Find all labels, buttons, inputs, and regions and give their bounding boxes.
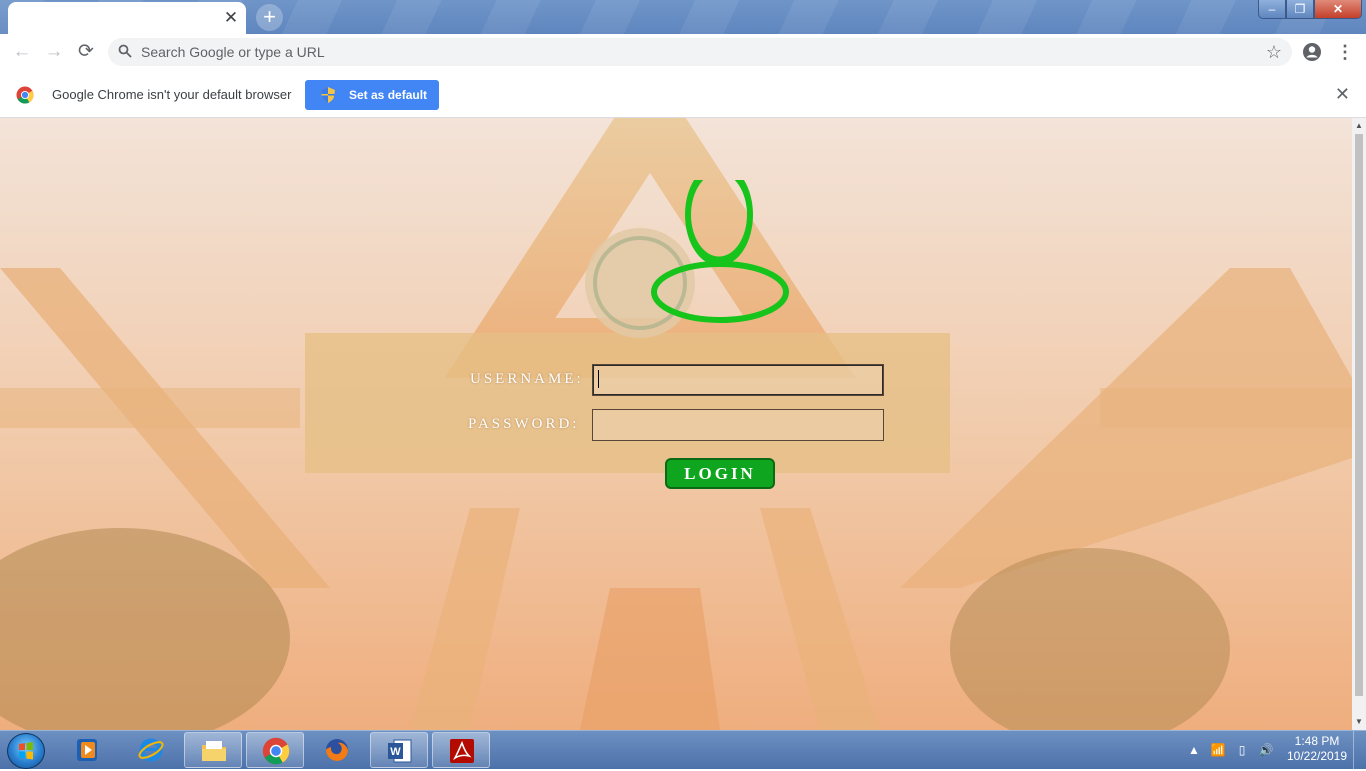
password-input[interactable]	[592, 409, 884, 441]
page-scrollbar[interactable]: ▲ ▼	[1352, 118, 1366, 730]
close-window-button[interactable]: ✕	[1314, 0, 1362, 19]
taskbar-item-file-explorer[interactable]	[184, 732, 242, 768]
back-button[interactable]: ←	[10, 40, 34, 64]
set-as-default-label: Set as default	[349, 88, 428, 102]
taskbar-item-acrobat[interactable]	[432, 732, 490, 768]
password-label: PASSWORD:	[468, 416, 580, 432]
firefox-icon	[326, 739, 348, 761]
reload-button[interactable]: ⟳	[74, 40, 98, 64]
taskbar-item-chrome[interactable]	[246, 732, 304, 768]
internet-explorer-icon	[138, 738, 164, 762]
shield-icon	[321, 87, 335, 103]
window-controls: ‒ ❐ ✕	[1258, 0, 1362, 20]
chrome-logo-icon	[16, 86, 34, 104]
search-icon	[118, 44, 132, 58]
minimize-button[interactable]: ‒	[1258, 0, 1286, 19]
clock-date: 10/22/2019	[1286, 749, 1348, 763]
windows-media-player-icon	[77, 739, 97, 761]
network-icon[interactable]: 📶	[1210, 739, 1226, 761]
taskbar-item-media-player[interactable]	[58, 732, 116, 768]
taskbar-clock[interactable]: 1:48 PM 10/22/2019	[1284, 734, 1350, 764]
tab-close-icon[interactable]: ✕	[222, 9, 240, 27]
start-button[interactable]	[7, 733, 45, 769]
acrobat-icon	[450, 739, 474, 763]
text-caret	[598, 370, 599, 388]
omnibox-input[interactable]	[141, 38, 1221, 66]
omnibox[interactable]: ☆	[108, 38, 1292, 66]
clock-time: 1:48 PM	[1294, 734, 1340, 748]
tab-title	[22, 11, 212, 27]
scroll-down-arrow-icon[interactable]: ▼	[1355, 717, 1363, 727]
windows-taskbar: W ▲ 📶 ▯ 🔊 1:48 PM 10/22/2019	[0, 730, 1366, 769]
username-label: USERNAME:	[470, 371, 584, 387]
browser-tab[interactable]: ✕	[8, 2, 246, 34]
username-row: USERNAME:	[0, 363, 1352, 397]
forward-button[interactable]: →	[42, 40, 66, 64]
chrome-menu-button[interactable]: ⋮	[1336, 41, 1354, 63]
scroll-up-arrow-icon[interactable]: ▲	[1355, 121, 1363, 131]
battery-icon[interactable]: ▯	[1234, 739, 1250, 761]
show-hidden-icons-icon[interactable]: ▲	[1186, 739, 1202, 761]
browser-title-bar: ✕ + ‒ ❐ ✕	[0, 0, 1366, 34]
taskbar-item-word[interactable]: W	[370, 732, 428, 768]
username-input[interactable]	[592, 364, 884, 396]
default-browser-infobar: Google Chrome isn't your default browser…	[0, 71, 1366, 118]
taskbar-item-firefox[interactable]	[308, 732, 366, 768]
taskbar-item-internet-explorer[interactable]	[122, 732, 180, 768]
bookmark-star-icon[interactable]: ☆	[1266, 42, 1282, 62]
svg-text:W: W	[390, 746, 401, 758]
profile-avatar-icon[interactable]	[1302, 42, 1322, 62]
windows-logo-icon	[19, 742, 33, 760]
browser-toolbar: ← → ⟳ ☆ ⋮	[0, 34, 1366, 72]
login-page: USERNAME: PASSWORD: LOGIN	[0, 118, 1352, 730]
chrome-icon	[262, 737, 290, 765]
set-as-default-button[interactable]: Set as default	[305, 80, 439, 110]
show-desktop-button[interactable]	[1353, 731, 1366, 769]
scrollbar-thumb[interactable]	[1355, 134, 1363, 696]
maximize-button[interactable]: ❐	[1286, 0, 1314, 19]
word-icon: W	[388, 739, 412, 763]
infobar-close-icon[interactable]: ✕	[1335, 84, 1350, 104]
file-explorer-icon	[202, 741, 226, 761]
login-button[interactable]: LOGIN	[665, 458, 775, 489]
volume-icon[interactable]: 🔊	[1258, 739, 1274, 761]
infobar-message: Google Chrome isn't your default browser	[52, 87, 292, 102]
new-tab-button[interactable]: +	[256, 4, 283, 31]
password-row: PASSWORD:	[0, 408, 1352, 442]
user-avatar-icon	[651, 180, 789, 323]
